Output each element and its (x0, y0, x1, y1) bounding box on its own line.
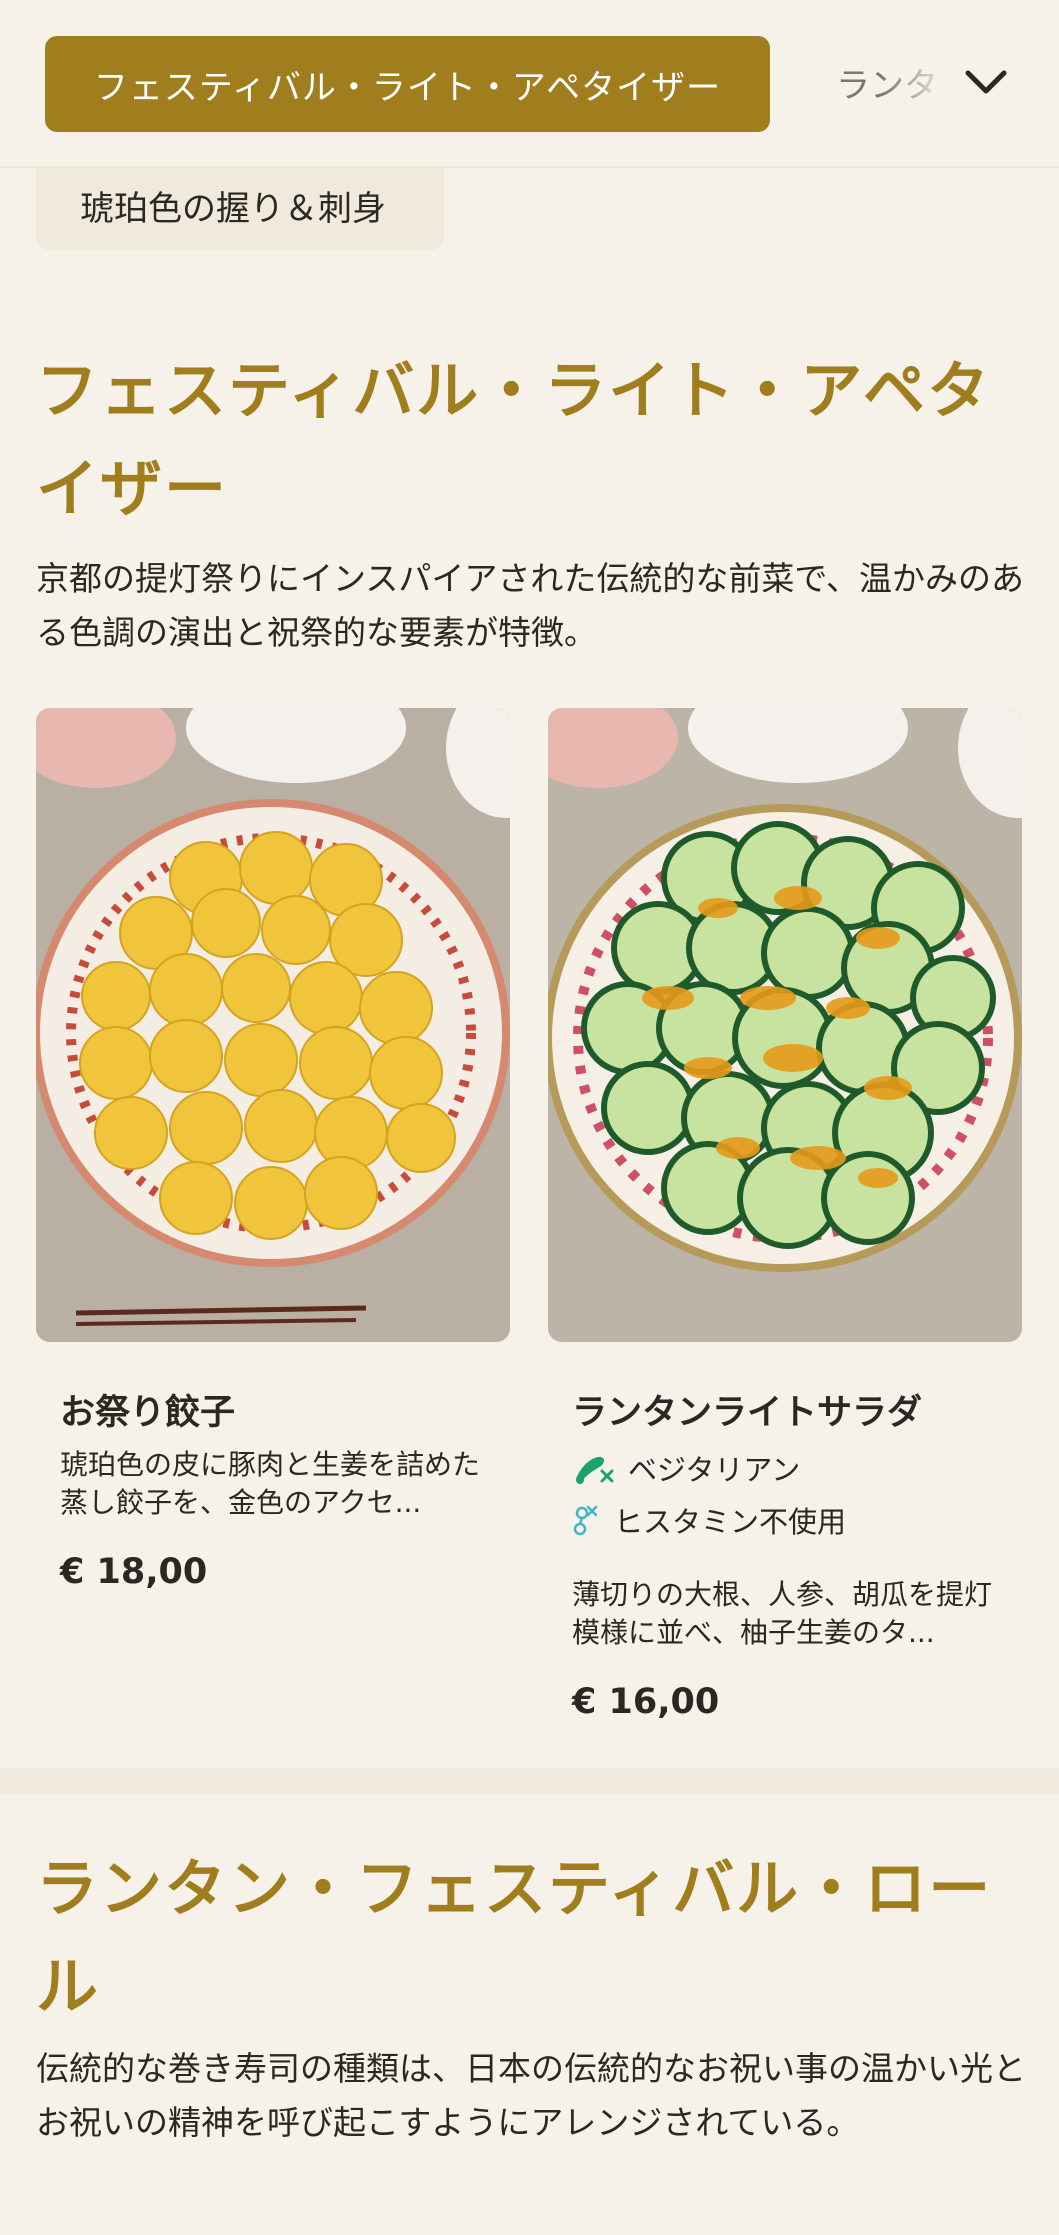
item-description: 薄切りの大根、人参、胡瓜を提灯模様に並べ、柚子生姜のタ... (572, 1578, 993, 1649)
menu-item-card[interactable]: お祭り餃子 琥珀色の皮に豚肉と生姜を詰めた蒸し餃子を、金色のアクセ... € 1… (36, 708, 510, 1760)
item-name: お祭り餃子 (60, 1393, 236, 1433)
no-histamine-icon (573, 1505, 598, 1536)
no-meat-icon (576, 1456, 614, 1484)
histamine-free-tag: ヒスタミン不使用 (572, 1500, 998, 1540)
menu-item-card[interactable]: ランタンライトサラダ ベジタリアン ヒスタミン不使用 薄切りの大根、人参、胡瓜を… (548, 708, 1022, 1760)
tag-label: ヒスタミン不使用 (614, 1505, 847, 1539)
item-name: ランタンライトサラダ (572, 1393, 923, 1433)
category-nav: フェスティバル・ライト・アペタイザー ランタ (0, 0, 1059, 168)
category-pill-active[interactable]: フェスティバル・ライト・アペタイザー (45, 36, 770, 132)
vegetarian-tag: ベジタリアン (572, 1448, 998, 1488)
item-description: 琥珀色の皮に豚肉と生姜を詰めた蒸し餃子を、金色のアクセ... (60, 1448, 481, 1519)
scroll-fade (880, 30, 960, 140)
section-title: フェスティバル・ライト・アペタイザー (36, 354, 992, 525)
section-description: 伝統的な巻き寿司の種類は、日本の伝統的なお祝い事の温かい光とお祝いの精神を呼び起… (36, 2049, 1026, 2142)
previous-category-chip[interactable]: 琥珀色の握り＆刺身 (36, 160, 444, 250)
item-price: € 16,00 (572, 1682, 720, 1722)
section-title: ランタン・フェスティバル・ロール (36, 1852, 993, 2023)
chevron-down-icon[interactable] (960, 56, 1012, 108)
section-divider (0, 1768, 1059, 1794)
section-description: 京都の提灯祭りにインスパイアされた伝統的な前菜で、温かみのある色調の演出と祝祭的… (36, 559, 1025, 652)
item-price: € 18,00 (60, 1552, 208, 1592)
tag-label: ベジタリアン (628, 1453, 801, 1487)
cucumber-salad-photo (548, 708, 1022, 1342)
dumplings-photo (36, 708, 510, 1342)
